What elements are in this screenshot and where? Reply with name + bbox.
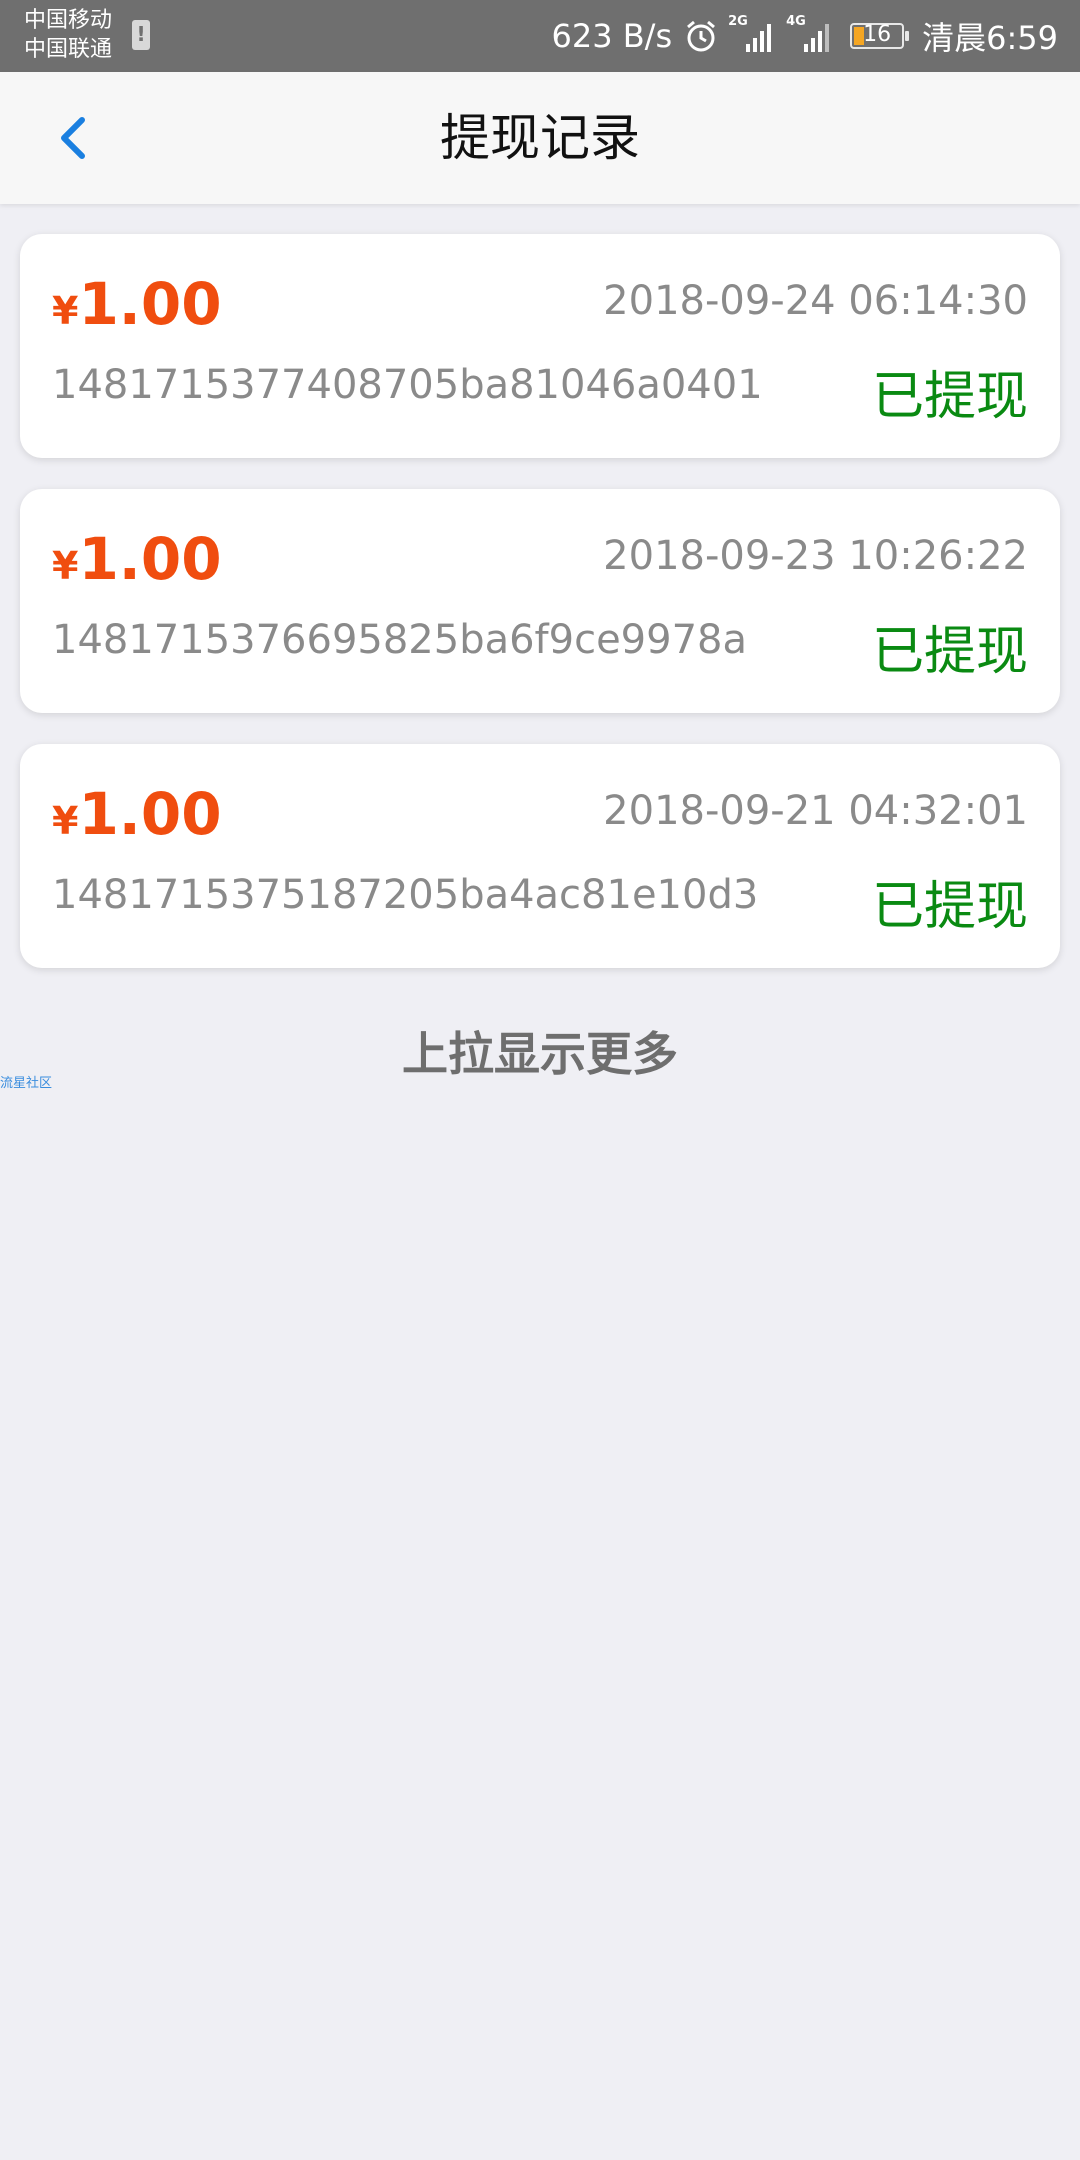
amount-value: 1.00 — [78, 525, 222, 593]
record-id: 1481715377408705ba81046a0401 — [52, 362, 763, 408]
record-id: 1481715376695825ba6f9ce9978a — [52, 617, 747, 663]
record-amount: ¥1.00 — [52, 270, 222, 338]
status-bar: 中国移动 中国联通 623 B/s 2G 4G — [0, 0, 1080, 72]
record-time: 2018-09-23 10:26:22 — [603, 533, 1028, 579]
nav-header: 提现记录 — [0, 72, 1080, 204]
load-more-hint[interactable]: 上拉显示更多 — [0, 1018, 1080, 1084]
currency-symbol: ¥ — [52, 544, 79, 588]
signal-2g-icon: 2G — [728, 14, 776, 56]
record-card[interactable]: ¥1.00 2018-09-21 04:32:01 14817153751872… — [20, 744, 1060, 968]
page-title: 提现记录 — [440, 109, 640, 167]
currency-symbol: ¥ — [52, 799, 79, 843]
record-status: 已提现 — [871, 877, 1028, 937]
amount-value: 1.00 — [78, 780, 222, 848]
battery-level: 16 — [863, 22, 892, 47]
record-amount: ¥1.00 — [52, 525, 222, 593]
signal-4g-tag: 4G — [786, 14, 806, 29]
clock: 清晨6:59 — [922, 19, 1058, 57]
sim-alert-icon — [132, 20, 150, 50]
record-card[interactable]: ¥1.00 2018-09-23 10:26:22 14817153766958… — [20, 489, 1060, 713]
amount-value: 1.00 — [78, 270, 222, 338]
net-speed: 623 B/s — [551, 17, 673, 55]
carrier-2: 中国联通 — [24, 37, 113, 62]
carrier-names: 中国移动 中国联通 — [24, 6, 112, 64]
record-status: 已提现 — [871, 622, 1028, 682]
watermark-text: 流星社区 — [0, 1076, 53, 1091]
record-id: 1481715375187205ba4ac81e10d3 — [52, 872, 759, 918]
battery-icon: 16 — [850, 22, 910, 49]
status-right-group: 623 B/s 2G 4G 16 清晨6:59 — [551, 0, 1058, 72]
alarm-clock-icon — [684, 19, 718, 53]
record-card[interactable]: ¥1.00 2018-09-24 06:14:30 14817153774087… — [20, 234, 1060, 458]
record-amount: ¥1.00 — [52, 780, 222, 848]
signal-2g-tag: 2G — [728, 14, 748, 29]
record-list: ¥1.00 2018-09-24 06:14:30 14817153774087… — [20, 234, 1060, 999]
record-time: 2018-09-24 06:14:30 — [603, 278, 1028, 324]
record-time: 2018-09-21 04:32:01 — [603, 788, 1028, 834]
currency-symbol: ¥ — [52, 289, 79, 333]
record-status: 已提现 — [871, 367, 1028, 427]
carrier-1: 中国移动 — [24, 8, 113, 33]
signal-4g-icon: 4G — [786, 14, 834, 56]
